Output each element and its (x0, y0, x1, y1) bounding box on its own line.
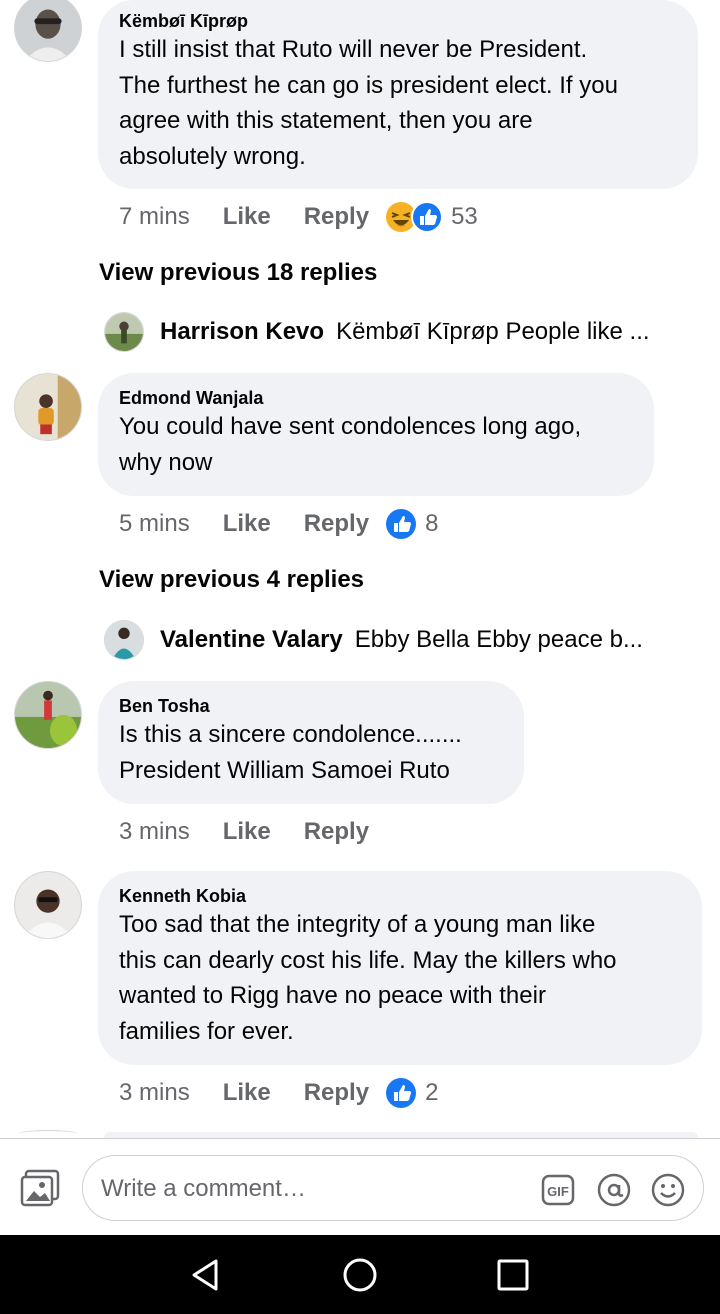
comment-time: 7 mins (119, 203, 190, 230)
like-button[interactable]: Like (223, 1079, 271, 1107)
comment-text: You could have sent condolences long ago… (119, 413, 582, 476)
avatar[interactable] (14, 871, 82, 939)
comment-actions: 7 mins Like Reply 53 (119, 200, 478, 234)
like-icon (385, 1077, 417, 1109)
gif-label: GIF (547, 1184, 569, 1199)
like-icon (411, 201, 444, 233)
comment-text: I still insist that Ruto will never be P… (119, 36, 618, 170)
avatar[interactable] (14, 373, 82, 441)
reaction-count: 53 (451, 203, 478, 230)
comment-composer: Write a comment… GIF (0, 1138, 720, 1235)
comment-actions: 5 mins Like Reply 8 (119, 507, 438, 541)
reaction-count: 8 (425, 510, 439, 537)
reply-author[interactable]: Harrison Kevo (160, 318, 324, 346)
avatar (104, 312, 144, 352)
reaction-summary[interactable]: 8 (385, 508, 438, 540)
comment-author[interactable]: Edmond Wanjala (119, 387, 633, 409)
emoji-icon[interactable] (651, 1173, 685, 1207)
avatar-photo (15, 682, 81, 748)
avatar-photo (15, 374, 81, 440)
recents-icon[interactable] (493, 1255, 533, 1295)
avatar (104, 620, 144, 660)
photo-icon[interactable] (20, 1169, 60, 1207)
comment-author[interactable]: Ben Tosha (119, 695, 503, 717)
like-button[interactable]: Like (223, 510, 271, 538)
avatar-photo (15, 0, 81, 61)
avatar[interactable] (14, 681, 82, 749)
comment-author[interactable]: Kenneth Kobia (119, 885, 681, 907)
comment-text: Is this a sincere condolence....... Pres… (119, 721, 462, 784)
view-previous-replies[interactable]: View previous 18 replies (99, 258, 377, 288)
home-icon[interactable] (340, 1255, 380, 1295)
comment-input-placeholder: Write a comment… (101, 1175, 306, 1202)
comment-input[interactable]: Write a comment… GIF (82, 1155, 704, 1221)
comment-bubble[interactable]: Kenneth Kobia Too sad that the integrity… (98, 871, 702, 1065)
next-comment-edge (18, 1130, 78, 1138)
view-previous-replies[interactable]: View previous 4 replies (99, 565, 364, 595)
comment-actions: 3 mins Like Reply 2 (119, 1076, 438, 1110)
like-button[interactable]: Like (223, 818, 271, 846)
reply-button[interactable]: Reply (304, 510, 369, 538)
reply-preview[interactable]: Valentine Valary Ebby Bella Ebby peace b… (104, 619, 643, 661)
reply-button[interactable]: Reply (304, 203, 369, 231)
system-navbar (0, 1235, 720, 1314)
reply-author[interactable]: Valentine Valary (160, 626, 343, 654)
reaction-summary[interactable]: 53 (385, 201, 478, 233)
comment-actions: 3 mins Like Reply (119, 815, 385, 849)
comment-bubble[interactable]: Edmond Wanjala You could have sent condo… (98, 373, 654, 496)
comment-time: 5 mins (119, 510, 190, 537)
like-button[interactable]: Like (223, 203, 271, 231)
reply-snippet: Ebby Bella Ebby peace b... (354, 626, 643, 653)
avatar-photo (15, 872, 81, 938)
comment-author[interactable]: Këmbøī Kīprøp (119, 10, 677, 32)
avatar[interactable] (14, 0, 82, 62)
comment-text: Too sad that the integrity of a young ma… (119, 911, 617, 1045)
reply-button[interactable]: Reply (304, 818, 369, 846)
reaction-summary[interactable]: 2 (385, 1077, 438, 1109)
like-icon (385, 508, 417, 540)
comment-bubble[interactable]: Këmbøī Kīprøp I still insist that Ruto w… (98, 0, 698, 189)
comment-time: 3 mins (119, 1079, 190, 1106)
reply-preview[interactable]: Harrison Kevo Këmbøī Kīprøp People like … (104, 311, 650, 353)
back-icon[interactable] (186, 1255, 226, 1295)
gif-icon[interactable]: GIF (541, 1173, 575, 1207)
mention-icon[interactable] (597, 1173, 631, 1207)
reply-snippet: Këmbøī Kīprøp People like ... (336, 318, 650, 345)
comment-bubble[interactable]: Ben Tosha Is this a sincere condolence..… (98, 681, 524, 804)
reaction-count: 2 (425, 1079, 439, 1106)
comment-time: 3 mins (119, 818, 190, 845)
reply-button[interactable]: Reply (304, 1079, 369, 1107)
